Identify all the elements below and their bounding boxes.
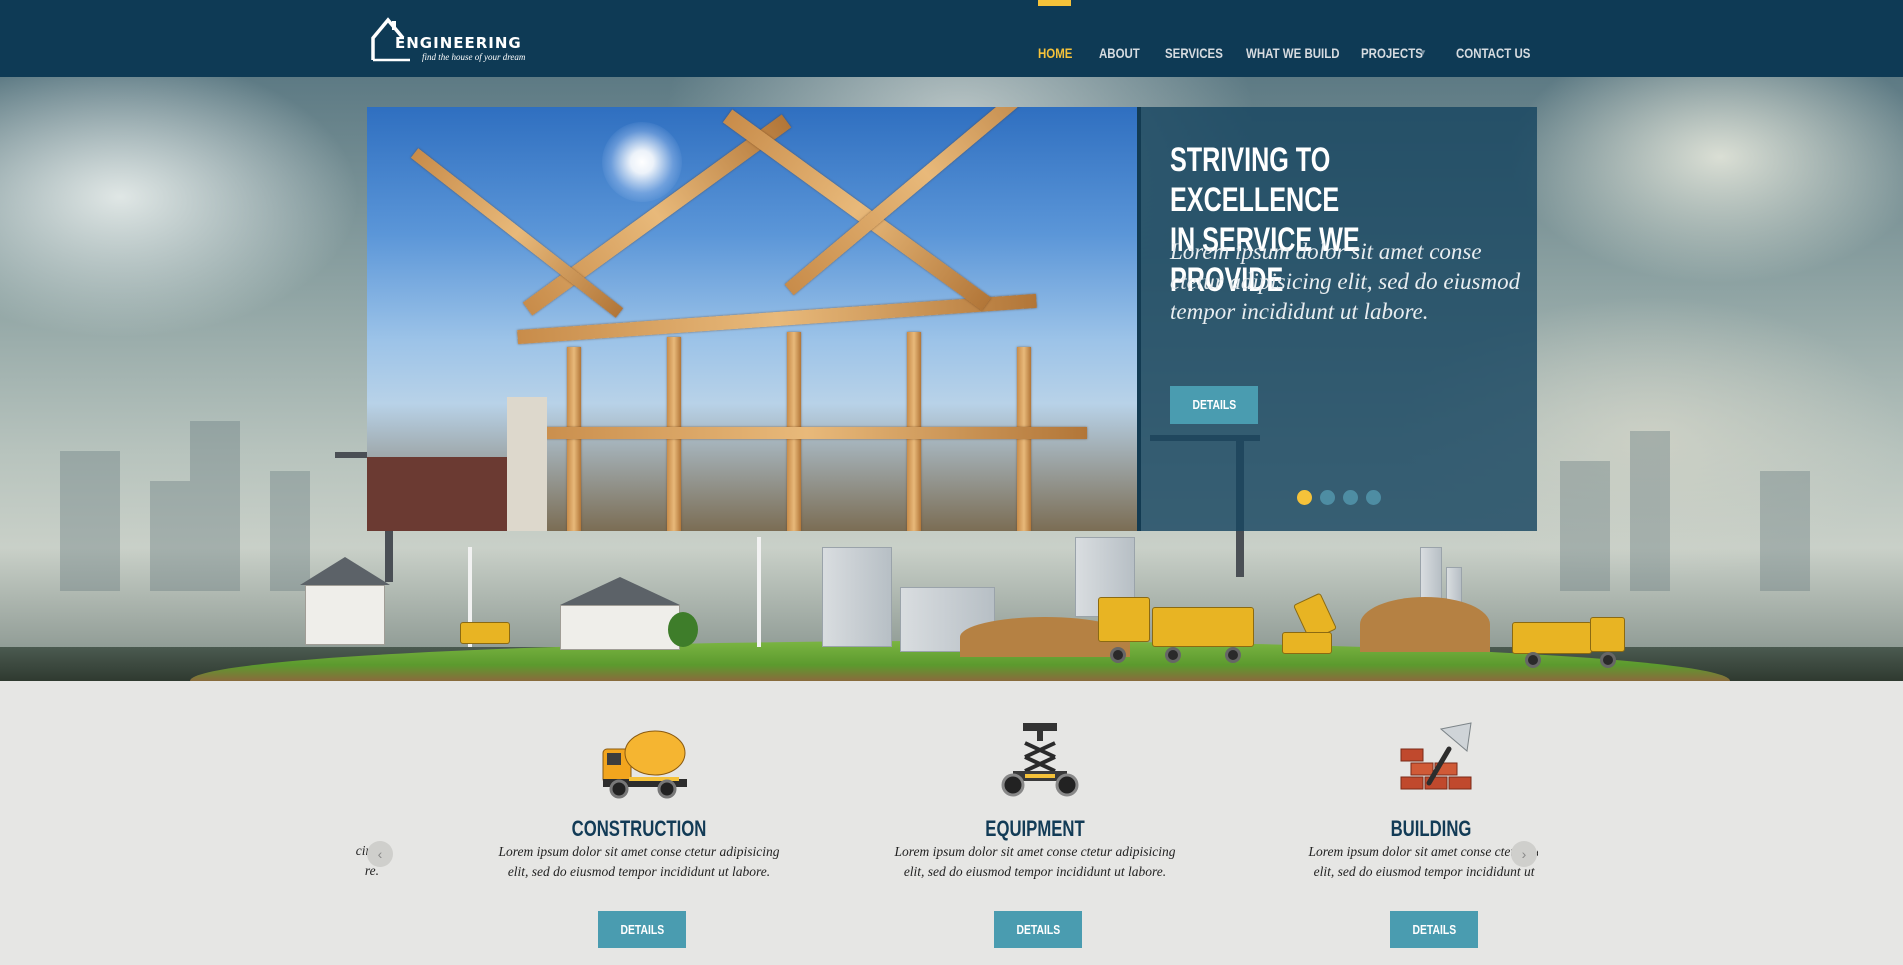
skyline-building xyxy=(190,421,240,591)
sun-glare xyxy=(602,122,682,202)
slider-dot-3[interactable] xyxy=(1343,490,1358,505)
feature-title: EQUIPMENT xyxy=(985,816,1085,841)
office-tower xyxy=(822,547,892,647)
equipment-details-button[interactable]: DETAILS xyxy=(994,911,1082,948)
feature-description: Lorem ipsum dolor sit amet conse ctetur … xyxy=(1276,842,1538,882)
wind-turbine xyxy=(757,537,761,647)
nav-item-projects[interactable]: PROJECTS xyxy=(1361,45,1423,61)
feature-card-construction: CONSTRUCTION Lorem ipsum dolor sit amet … xyxy=(479,681,799,965)
chevron-down-icon[interactable]: ▼ xyxy=(1419,48,1427,57)
concrete-mixer-truck-icon xyxy=(602,730,687,799)
active-nav-indicator xyxy=(1038,0,1071,6)
feature-text-line: Lorem ipsum dolor sit amet conse ctetur … xyxy=(1308,844,1538,859)
nav-item-contact-us[interactable]: CONTACT US xyxy=(1456,45,1530,61)
construction-details-button[interactable]: DETAILS xyxy=(598,911,686,948)
slider-dot-4[interactable] xyxy=(1366,490,1381,505)
feature-text-line: elit, sed do eiusmod tempor incididunt u… xyxy=(903,864,1167,879)
site-header: ENGINEERING find the house of your dream… xyxy=(0,0,1903,77)
carousel-next-arrow[interactable]: › xyxy=(1511,841,1537,867)
timber-beam xyxy=(410,148,624,318)
dump-truck-bed xyxy=(1512,622,1592,654)
nav-item-about[interactable]: ABOUT xyxy=(1099,45,1140,61)
skyline-building xyxy=(1630,431,1670,591)
feature-card-equipment: EQUIPMENT Lorem ipsum dolor sit amet con… xyxy=(875,681,1195,965)
skyline-building xyxy=(150,481,190,591)
house-roof xyxy=(300,557,390,585)
details-label: DETAILS xyxy=(1412,922,1456,937)
skyline-building xyxy=(60,451,120,591)
nav-item-services[interactable]: SERVICES xyxy=(1165,45,1223,61)
timber-post xyxy=(567,347,581,531)
truck-wheel xyxy=(1600,652,1616,668)
feature-title: CONSTRUCTION xyxy=(571,816,707,841)
excavator-body xyxy=(1282,632,1332,654)
dump-truck-bed xyxy=(1152,607,1254,647)
feature-description: Lorem ipsum dolor sit amet conse ctetur … xyxy=(880,842,1190,882)
truck-wheel xyxy=(1525,652,1541,668)
chevron-left-icon: ‹ xyxy=(377,846,383,862)
chimney-wall xyxy=(507,397,547,531)
feature-text-line: Lorem ipsum dolor sit amet conse ctetur … xyxy=(894,844,1176,859)
timber-beam xyxy=(527,427,1087,439)
skyline-building xyxy=(1760,471,1810,591)
sand-pile xyxy=(1360,597,1490,652)
slider-dot-2[interactable] xyxy=(1320,490,1335,505)
house xyxy=(305,585,385,645)
building-details-button[interactable]: DETAILS xyxy=(1390,911,1478,948)
chevron-right-icon: › xyxy=(1521,846,1527,862)
skyline-building xyxy=(1560,461,1610,591)
details-label: DETAILS xyxy=(620,922,664,937)
truck-wheel xyxy=(1225,647,1241,663)
bricks-trowel-icon xyxy=(1400,722,1472,790)
carousel-prev-arrow[interactable]: ‹ xyxy=(367,841,393,867)
truck-wheel xyxy=(1110,647,1126,663)
feature-text-line: elit, sed do eiusmod tempor incididunt u… xyxy=(507,864,771,879)
feature-text-line: Lorem ipsum dolor sit amet conse ctetur … xyxy=(498,844,780,859)
main-nav: HOME ABOUT SERVICES WHAT WE BUILD PROJEC… xyxy=(0,0,1903,77)
house-roof xyxy=(560,577,680,605)
house xyxy=(560,605,680,650)
truck-wheel xyxy=(1165,647,1181,663)
tree xyxy=(668,612,698,647)
timber-beam xyxy=(722,109,992,311)
feature-card-building: BUILDING Lorem ipsum dolor sit amet cons… xyxy=(1271,681,1538,965)
timber-post xyxy=(1017,347,1031,531)
slide-description: Lorem ipsum dolor sit amet conse ctetur … xyxy=(1170,239,1521,324)
details-label: DETAILS xyxy=(1016,922,1060,937)
nav-item-what-we-build[interactable]: WHAT WE BUILD xyxy=(1246,45,1340,61)
neighbor-house xyxy=(367,457,517,531)
slide-caption-panel: STRIVING TO EXCELLENCE IN SERVICE WE PRO… xyxy=(1137,107,1537,531)
features-section: CONSTRUCTION Lorem ipsum dolor sit amet … xyxy=(0,681,1903,965)
feature-text-line: elit, sed do eiusmod tempor incididunt u… xyxy=(1313,864,1538,879)
slide-details-button[interactable]: DETAILS xyxy=(1170,386,1258,424)
mini-excavator xyxy=(460,622,510,644)
scissor-lift-icon xyxy=(1001,723,1079,797)
feature-description: Lorem ipsum dolor sit amet conse ctetur … xyxy=(484,842,794,882)
truck-cab xyxy=(1098,597,1150,642)
slide-details-label: DETAILS xyxy=(1192,397,1236,412)
truck-cab xyxy=(1590,617,1625,652)
slide-image xyxy=(367,107,1137,531)
feature-title: BUILDING xyxy=(1390,816,1472,841)
nav-item-home[interactable]: HOME xyxy=(1038,45,1072,61)
slider-dot-1[interactable] xyxy=(1297,490,1312,505)
